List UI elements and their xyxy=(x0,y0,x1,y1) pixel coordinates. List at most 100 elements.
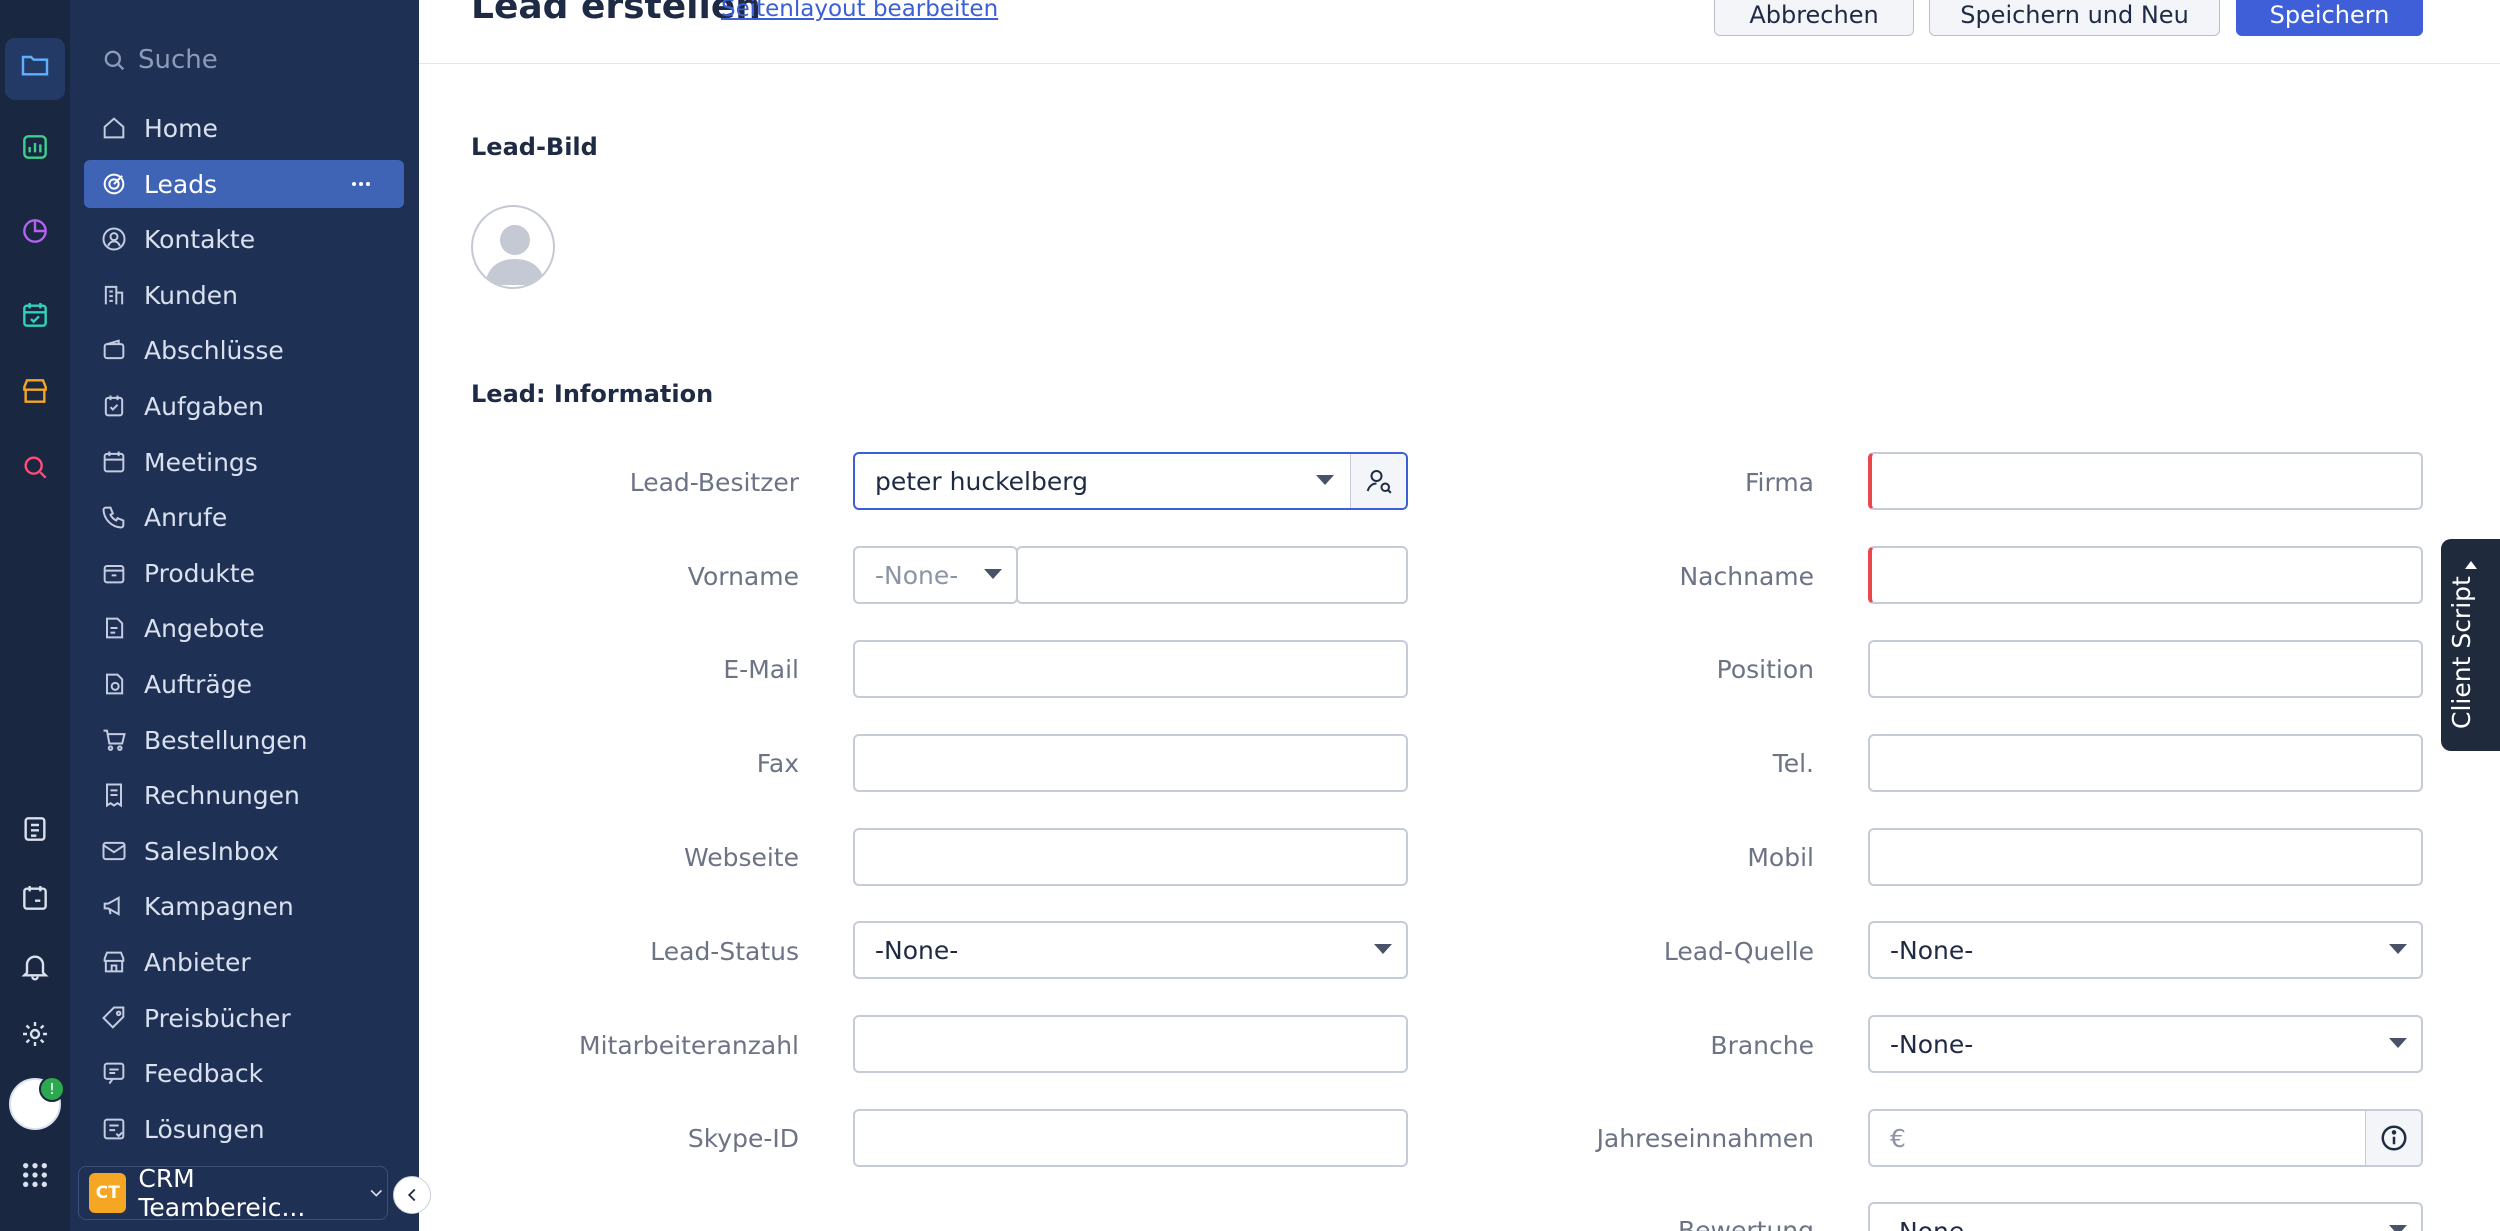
skype-id-input[interactable] xyxy=(853,1109,1408,1167)
rating-value: -None- xyxy=(1890,1216,1974,1231)
contact-icon xyxy=(102,227,126,251)
notes-icon[interactable] xyxy=(17,811,53,847)
feedback-icon xyxy=(103,1062,125,1085)
marketplace-icon[interactable] xyxy=(17,373,53,409)
sidebar-item-label: Anrufe xyxy=(144,502,228,532)
lead-status-select[interactable]: -None- xyxy=(853,921,1408,979)
status-dot-icon: ! xyxy=(39,1076,65,1102)
more-options-icon[interactable] xyxy=(348,172,374,196)
pie-chart-icon[interactable] xyxy=(17,213,53,249)
lead-owner-value: peter huckelberg xyxy=(875,466,1088,496)
sidebar-item-label: Kontakte xyxy=(144,224,256,254)
gear-icon[interactable] xyxy=(17,1016,53,1052)
sidebar-item-aufträge[interactable]: Aufträge xyxy=(84,660,404,708)
mail-icon xyxy=(102,841,126,861)
lead-source-select[interactable]: -None- xyxy=(1868,921,2423,979)
cancel-button[interactable]: Abbrechen xyxy=(1714,0,1914,36)
sidebar-item-kunden[interactable]: Kunden xyxy=(84,271,404,319)
save-and-new-button[interactable]: Speichern und Neu xyxy=(1929,0,2220,36)
annual-revenue-input[interactable]: € xyxy=(1868,1109,2423,1167)
sidebar-item-label: Aufträge xyxy=(144,669,252,699)
label-phone: Tel. xyxy=(1772,749,1814,778)
rating-select[interactable]: -None- xyxy=(1868,1202,2423,1231)
sidebar-item-label: Abschlüsse xyxy=(144,335,284,365)
sidebar-item-rechnungen[interactable]: Rechnungen xyxy=(84,771,404,819)
sidebar-item-label: Home xyxy=(144,113,218,143)
label-last-name: Nachname xyxy=(1679,562,1814,591)
folder-icon[interactable] xyxy=(17,47,53,83)
client-script-tab[interactable]: Client Script xyxy=(2441,539,2500,751)
sidebar-item-kampagnen[interactable]: Kampagnen xyxy=(84,882,404,930)
user-avatar[interactable]: ! xyxy=(9,1076,65,1130)
sidebar-item-feedback[interactable]: Feedback xyxy=(84,1049,404,1097)
label-email: E-Mail xyxy=(723,655,799,684)
calendar-icon[interactable] xyxy=(17,880,53,916)
search-placeholder: Suche xyxy=(138,45,218,75)
sidebar-search[interactable]: Suche xyxy=(100,40,218,80)
sidebar-item-lösungen[interactable]: Lösungen xyxy=(84,1105,404,1153)
sidebar-item-anrufe[interactable]: Anrufe xyxy=(84,493,404,541)
sidebar-item-label: Angebote xyxy=(144,613,265,643)
salutation-select[interactable]: -None- xyxy=(853,546,1018,604)
sidebar-item-angebote[interactable]: Angebote xyxy=(84,604,404,652)
sidebar-item-label: Bestellungen xyxy=(144,725,308,755)
apps-grid-icon[interactable] xyxy=(17,1157,53,1193)
bell-icon[interactable] xyxy=(17,948,53,984)
last-name-input[interactable] xyxy=(1868,546,2423,604)
email-input[interactable] xyxy=(853,640,1408,698)
analytics-icon[interactable] xyxy=(17,129,53,165)
company-input[interactable] xyxy=(1868,452,2423,510)
tag-icon xyxy=(102,1006,125,1029)
sidebar-item-leads[interactable]: Leads xyxy=(84,160,404,208)
first-name-input[interactable] xyxy=(1016,546,1408,604)
label-mobile: Mobil xyxy=(1747,843,1814,872)
lead-image-upload[interactable] xyxy=(471,205,555,289)
dropdown-caret-icon xyxy=(984,569,1002,579)
sidebar-item-label: Rechnungen xyxy=(144,780,300,810)
sidebar-item-label: Aufgaben xyxy=(144,391,265,421)
edit-layout-link[interactable]: Seitenlayout bearbeiten xyxy=(721,0,998,22)
industry-select[interactable]: -None- xyxy=(1868,1015,2423,1073)
label-website: Webseite xyxy=(683,843,799,872)
team-space-selector[interactable]: CT CRM Teambereic... xyxy=(78,1164,388,1222)
position-input[interactable] xyxy=(1868,640,2423,698)
sidebar-item-abschlüsse[interactable]: Abschlüsse xyxy=(84,326,404,374)
section-title-image: Lead-Bild xyxy=(471,133,598,161)
lead-owner-field[interactable]: peter huckelberg xyxy=(853,452,1408,510)
sidebar-item-preisbücher[interactable]: Preisbücher xyxy=(84,994,404,1042)
dropdown-caret-icon xyxy=(1316,475,1334,485)
mobile-input[interactable] xyxy=(1868,828,2423,886)
sidebar-item-aufgaben[interactable]: Aufgaben xyxy=(84,382,404,430)
sidebar-item-label: Kunden xyxy=(144,280,238,310)
sidebar-item-produkte[interactable]: Produkte xyxy=(84,549,404,597)
currency-symbol: € xyxy=(1890,1123,1906,1153)
website-input[interactable] xyxy=(853,828,1408,886)
sidebar-item-bestellungen[interactable]: Bestellungen xyxy=(84,716,404,764)
info-button[interactable] xyxy=(2365,1111,2421,1165)
label-position: Position xyxy=(1716,655,1814,684)
page-header: Lead erstellen Seitenlayout bearbeiten A… xyxy=(419,0,2500,64)
user-search-icon xyxy=(1366,470,1392,494)
sidebar-item-home[interactable]: Home xyxy=(84,104,404,152)
app-rail: ! xyxy=(0,0,70,1231)
label-skype-id: Skype-ID xyxy=(687,1124,799,1153)
calendar-check-icon[interactable] xyxy=(17,297,53,333)
phone-input[interactable] xyxy=(1868,734,2423,792)
save-button[interactable]: Speichern xyxy=(2236,0,2423,36)
owner-lookup-button[interactable] xyxy=(1350,454,1406,508)
sidebar-item-salesinbox[interactable]: SalesInbox xyxy=(84,827,404,875)
employee-count-input[interactable] xyxy=(853,1015,1408,1073)
search-analytics-icon[interactable] xyxy=(17,449,53,485)
sidebar-item-meetings[interactable]: Meetings xyxy=(84,438,404,486)
sidebar-item-label: Leads xyxy=(144,169,218,199)
sidebar-item-kontakte[interactable]: Kontakte xyxy=(84,215,404,263)
sidebar-item-anbieter[interactable]: Anbieter xyxy=(84,938,404,986)
chevron-down-icon xyxy=(370,1189,383,1197)
industry-value: -None- xyxy=(1890,1029,1974,1059)
sidebar-item-label: Lösungen xyxy=(144,1114,265,1144)
fax-input[interactable] xyxy=(853,734,1408,792)
sidebar-item-label: Kampagnen xyxy=(144,891,294,921)
expand-triangle-icon xyxy=(2465,561,2477,569)
lead-status-value: -None- xyxy=(875,935,959,965)
dropdown-caret-icon xyxy=(2389,1038,2407,1048)
